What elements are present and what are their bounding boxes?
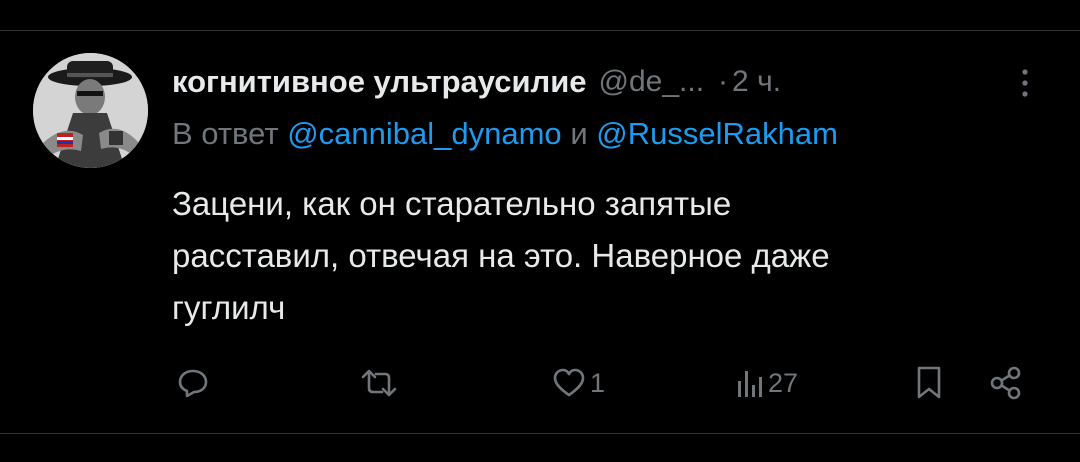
reply-button[interactable] [176, 360, 210, 406]
retweet-icon [360, 366, 398, 400]
divider [0, 433, 1080, 434]
tweet-header: когнитивное ультраусилие @de_... · 2 ч. [172, 62, 1052, 102]
like-icon [552, 367, 586, 399]
user-handle[interactable]: @de_... [599, 65, 705, 99]
bookmark-icon [914, 365, 944, 401]
mention-link[interactable]: @RusselRakham [596, 116, 838, 151]
views-button[interactable]: 27 [736, 360, 798, 406]
timestamp[interactable]: 2 ч. [732, 65, 781, 99]
reply-prefix: В ответ [172, 116, 279, 151]
like-count: 1 [590, 367, 606, 398]
separator-dot: · [718, 65, 729, 98]
avatar[interactable] [33, 53, 148, 168]
reply-icon [176, 366, 210, 400]
tweet-card[interactable]: когнитивное ультраусилие @de_... · 2 ч. … [0, 0, 1080, 462]
bookmark-button[interactable] [914, 360, 944, 406]
tweet-text-line: Зацени, как он старательно запятые [172, 185, 732, 222]
tweet-text: Зацени, как он старательно запятые расст… [172, 178, 1042, 334]
retweet-button[interactable] [360, 360, 398, 406]
tweet-text-line: расставил, отвечая на это. Наверное даже [172, 237, 830, 274]
share-icon [988, 365, 1024, 401]
more-options-icon[interactable] [1012, 66, 1038, 100]
divider [0, 30, 1080, 31]
display-name[interactable]: когнитивное ультраусилие [172, 64, 587, 100]
views-count: 27 [768, 367, 799, 398]
reply-context: В ответ @cannibal_dynamo и @RusselRakham [172, 116, 838, 152]
reply-conjunction: и [570, 116, 588, 151]
views-icon [736, 367, 764, 399]
action-bar: 1 27 [0, 360, 1080, 406]
mention-link[interactable]: @cannibal_dynamo [287, 116, 561, 151]
like-button[interactable]: 1 [552, 360, 605, 406]
share-button[interactable] [988, 360, 1024, 406]
tweet-text-line: гуглилч [172, 289, 286, 326]
